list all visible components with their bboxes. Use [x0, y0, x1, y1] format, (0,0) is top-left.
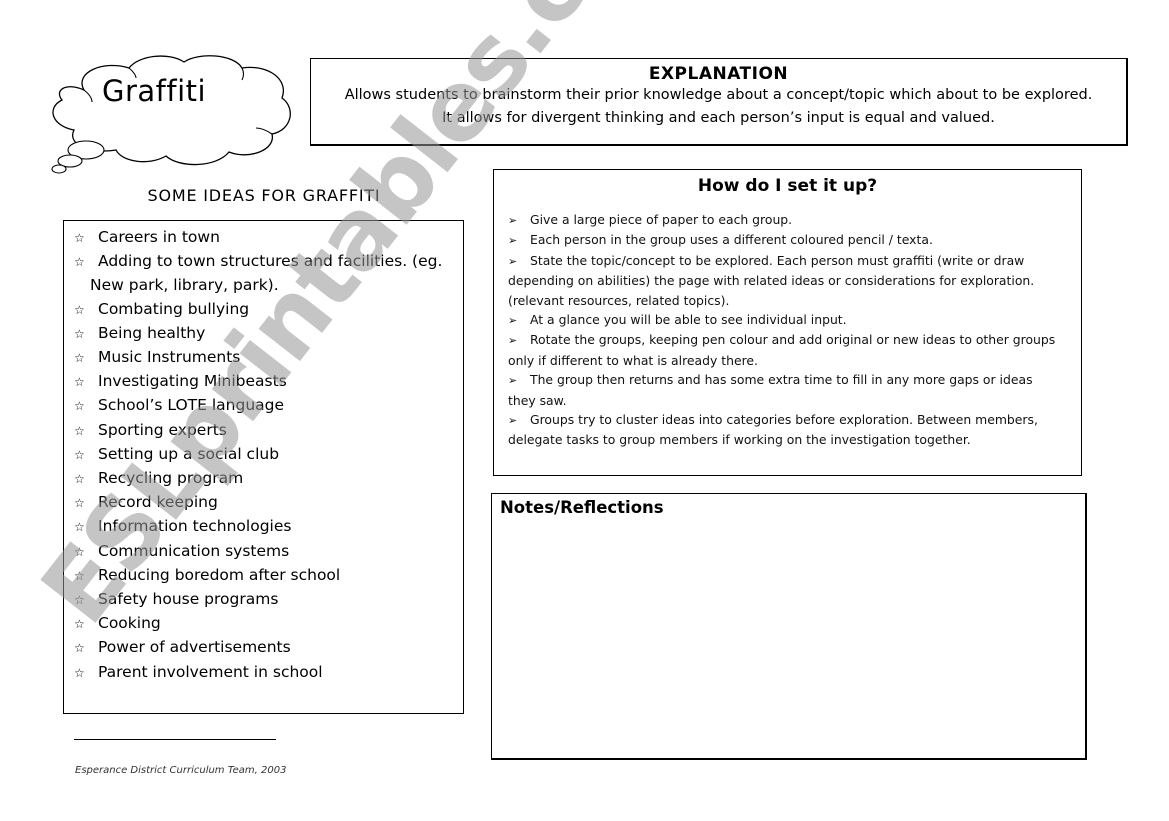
star-bullet-icon: ☆ — [74, 326, 85, 341]
notes-heading: Notes/Reflections — [500, 498, 664, 517]
star-bullet-icon: ☆ — [74, 593, 85, 608]
idea-item: ☆ Reducing boredom after school — [74, 564, 463, 588]
idea-text: Music Instruments — [98, 348, 241, 367]
star-bullet-icon: ☆ — [74, 231, 85, 245]
ideas-list: ☆ Careers in town ☆ Adding to town structur… — [63, 220, 464, 714]
setup-step: ➢ Give a large piece of paper to each gro… — [508, 210, 1067, 230]
idea-item: ☆ Sporting experts — [74, 419, 463, 443]
idea-text: Combating bullying — [98, 299, 250, 318]
idea-item: ☆ Information technologies — [74, 515, 463, 539]
setup-step-text: State the topic/concept to be explored. … — [530, 252, 1025, 268]
setup-step-text: only if different to what is already the… — [508, 352, 758, 368]
star-bullet-icon: ☆ — [74, 496, 85, 511]
setup-step: ➢ The group then returns and has some ext… — [508, 370, 1067, 410]
graffiti-title-cloud: Graffiti — [44, 50, 294, 175]
idea-text: Adding to town structures and facilities… — [98, 252, 443, 271]
star-bullet-icon: ☆ — [74, 375, 85, 390]
idea-item: ☆ Cooking — [74, 612, 463, 636]
setup-step-text: Give a large piece of paper to each grou… — [530, 212, 793, 227]
star-bullet-icon: ☆ — [74, 302, 85, 317]
setup-step-text: Each person in the group uses a differen… — [530, 232, 933, 248]
idea-text: Sporting experts — [98, 420, 227, 439]
idea-text: Safety house programs — [98, 590, 279, 609]
footer-credit: Esperance District Curriculum Team, 2003 — [75, 765, 287, 776]
setup-step: ➢ Groups try to cluster ideas into catego… — [508, 410, 1067, 450]
notes-reflections-box[interactable]: Notes/Reflections — [491, 493, 1087, 760]
star-bullet-icon: ☆ — [74, 255, 85, 270]
idea-text: Reducing boredom after school — [98, 565, 341, 584]
star-bullet-icon: ☆ — [74, 665, 85, 680]
star-bullet-icon: ☆ — [74, 351, 85, 366]
idea-item: ☆ Communication systems — [74, 540, 463, 564]
idea-item: ☆ Record keeping — [74, 491, 463, 515]
arrow-bullet-icon: ➢ — [508, 214, 518, 227]
arrow-bullet-icon: ➢ — [508, 314, 518, 328]
idea-text-continuation: New park, library, park). — [90, 276, 279, 295]
star-bullet-icon: ☆ — [74, 447, 85, 462]
setup-box: How do I set it up? ➢ Give a large piece … — [493, 169, 1082, 476]
idea-text: Investigating Minibeasts — [98, 372, 287, 391]
explanation-heading: EXPLANATION — [648, 64, 789, 84]
idea-item: ☆ School’s LOTE language — [74, 394, 463, 418]
setup-step-text: At a glance you will be able to see indi… — [530, 312, 847, 328]
idea-item: ☆ Power of advertisements — [74, 636, 463, 660]
idea-text: School’s LOTE language — [98, 396, 285, 415]
idea-text: Power of advertisements — [98, 638, 291, 657]
setup-step: ➢ Rotate the groups, keeping pen colour a… — [508, 330, 1067, 370]
thought-cloud-icon — [51, 55, 291, 174]
arrow-bullet-icon: ➢ — [508, 414, 518, 428]
star-bullet-icon: ☆ — [74, 568, 85, 583]
idea-text: Communication systems — [98, 541, 290, 560]
idea-item: ☆ Combating bullying — [74, 298, 463, 322]
idea-item: ☆ Setting up a social club — [74, 443, 463, 467]
star-bullet-icon: ☆ — [74, 399, 85, 414]
star-bullet-icon: ☆ — [74, 641, 85, 656]
setup-step-text: The group then returns and has some extr… — [530, 372, 1033, 388]
idea-item: ☆ Careers in town — [74, 226, 463, 250]
setup-step-text: Groups try to cluster ideas into categor… — [530, 412, 1038, 428]
setup-step: ➢ State the topic/concept to be explored.… — [508, 251, 1067, 310]
star-bullet-icon: ☆ — [74, 472, 85, 487]
idea-item: ☆ Adding to town structures and facilitie… — [74, 250, 463, 274]
idea-text: Setting up a social club — [98, 444, 280, 463]
setup-step-text: they saw. — [508, 392, 567, 408]
setup-heading: How do I set it up? — [697, 176, 878, 196]
idea-text: Parent involvement in school — [98, 662, 323, 681]
idea-text: Information technologies — [98, 517, 292, 536]
idea-text: Cooking — [98, 614, 161, 633]
footer-divider — [74, 739, 276, 740]
explanation-line: It allows for divergent thinking and eac… — [442, 110, 995, 126]
explanation-box: EXPLANATION Allows students to brainstor… — [310, 58, 1128, 146]
idea-item: ☆ Parent involvement in school — [74, 661, 463, 685]
setup-step: ➢ At a glance you will be able to see ind… — [508, 310, 1067, 330]
arrow-bullet-icon: ➢ — [508, 334, 518, 348]
idea-text: Recycling program — [98, 469, 244, 488]
idea-item: ☆ Music Instruments — [74, 346, 463, 370]
star-bullet-icon: ☆ — [74, 544, 85, 559]
setup-steps: ➢ Give a large piece of paper to each gro… — [508, 210, 1067, 450]
idea-text: Being healthy — [98, 323, 206, 342]
idea-item: ☆ Recycling program — [74, 467, 463, 491]
worksheet-title: Graffiti — [102, 74, 207, 108]
idea-item: ☆ Investigating Minibeasts — [74, 370, 463, 394]
arrow-bullet-icon: ➢ — [508, 254, 518, 268]
arrow-bullet-icon: ➢ — [508, 374, 518, 388]
idea-item: ☆ Safety house programs — [74, 588, 463, 612]
idea-text: Record keeping — [98, 493, 218, 512]
idea-text: Careers in town — [98, 228, 220, 246]
setup-step-text: (relevant resources, related topics). — [508, 292, 730, 308]
setup-step: ➢ Each person in the group uses a differe… — [508, 230, 1067, 250]
idea-item: ☆ Being healthy — [74, 322, 463, 346]
setup-step-text: depending on abilities) the page with re… — [508, 273, 1035, 289]
explanation-line: Allows students to brainstorm their prio… — [344, 87, 1093, 103]
setup-step-text: Rotate the groups, keeping pen colour an… — [530, 332, 1056, 348]
star-bullet-icon: ☆ — [74, 423, 85, 438]
arrow-bullet-icon: ➢ — [508, 234, 518, 248]
star-bullet-icon: ☆ — [74, 520, 85, 535]
setup-step-text: delegate tasks to group members if worki… — [508, 432, 971, 448]
ideas-heading: SOME IDEAS FOR GRAFFITI — [147, 186, 381, 205]
star-bullet-icon: ☆ — [74, 617, 85, 632]
